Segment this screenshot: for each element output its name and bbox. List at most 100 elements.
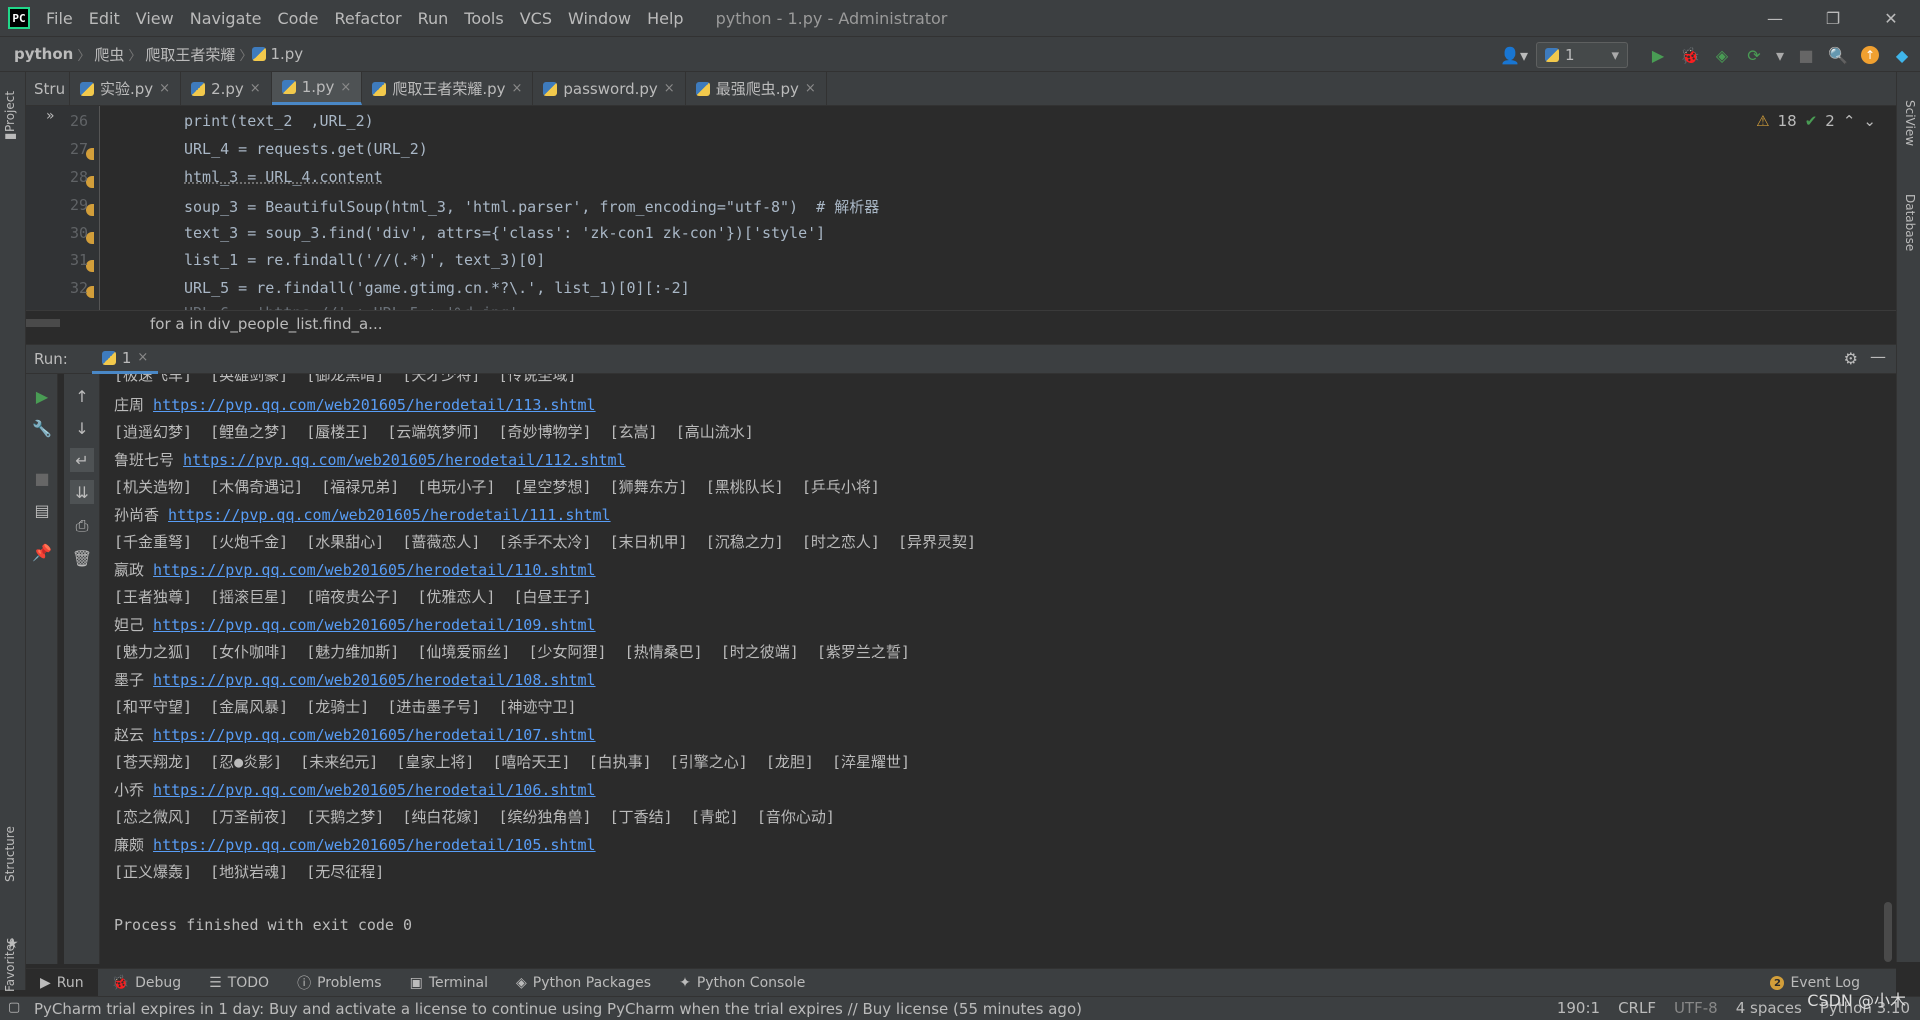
tab-honor-spider[interactable]: 爬取王者荣耀.py ×: [362, 72, 534, 105]
menu-tools[interactable]: Tools: [456, 9, 511, 28]
hero-url-link[interactable]: https://pvp.qq.com/web201605/herodetail/…: [153, 671, 596, 689]
run-with-coverage-icon[interactable]: ◈: [1708, 41, 1736, 69]
chevron-down-icon[interactable]: ⌄: [1863, 112, 1876, 130]
tool-window-sciview[interactable]: SciView: [1903, 100, 1917, 146]
close-tab-icon[interactable]: ×: [664, 81, 675, 96]
soft-wrap-icon[interactable]: ↵: [70, 448, 94, 472]
updates-icon[interactable]: ↑: [1856, 41, 1884, 69]
menu-navigate[interactable]: Navigate: [182, 9, 270, 28]
tool-tab-problems[interactable]: ⓘ Problems: [283, 969, 396, 997]
tab-shiyan[interactable]: 实验.py ×: [70, 72, 182, 105]
close-tab-icon[interactable]: ×: [512, 81, 523, 96]
close-tab-icon[interactable]: ×: [137, 350, 148, 365]
tool-window-project[interactable]: Project: [3, 91, 17, 132]
tab-2py[interactable]: 2.py ×: [181, 72, 272, 105]
tool-tab-python-packages[interactable]: ◈ Python Packages: [502, 969, 665, 997]
code-line[interactable]: list_1 = re.findall('//(.*)', text_3)[0]: [184, 251, 545, 269]
code-line[interactable]: html_3 = URL_4.content: [184, 168, 383, 186]
minimize-icon[interactable]: —: [1746, 0, 1804, 36]
search-icon[interactable]: 🔍: [1824, 41, 1852, 69]
chevron-up-icon[interactable]: ⌃: [1843, 112, 1856, 130]
file-encoding[interactable]: UTF-8: [1674, 999, 1718, 1017]
gear-icon[interactable]: ⚙: [1844, 349, 1858, 368]
close-window-icon[interactable]: ✕: [1862, 0, 1920, 36]
hero-url-link[interactable]: https://pvp.qq.com/web201605/herodetail/…: [153, 781, 596, 799]
menu-vcs[interactable]: VCS: [512, 9, 560, 28]
arrow-up-icon[interactable]: ↑: [70, 384, 94, 408]
hero-url-link[interactable]: https://pvp.qq.com/web201605/herodetail/…: [153, 396, 596, 414]
hero-url-link[interactable]: https://pvp.qq.com/web201605/herodetail/…: [153, 616, 596, 634]
toggle-tool-windows-icon[interactable]: ▢: [8, 1000, 20, 1015]
caret-position[interactable]: 190:1: [1557, 999, 1600, 1017]
tool-tab-run[interactable]: ▶ Run: [26, 968, 98, 997]
menu-window[interactable]: Window: [560, 9, 639, 28]
close-tab-icon[interactable]: ×: [805, 81, 816, 96]
tab-1py[interactable]: 1.py ×: [271, 72, 363, 105]
code-breadcrumb[interactable]: for a in div_people_list.find_a...: [150, 315, 382, 333]
scroll-to-end-icon[interactable]: ⇊: [70, 480, 94, 504]
breadcrumb-file[interactable]: 1.py: [266, 45, 307, 63]
breadcrumb-project[interactable]: python: [0, 45, 77, 63]
print-icon[interactable]: ⎙: [70, 514, 94, 538]
stop-icon[interactable]: ■: [30, 466, 54, 490]
pin-icon[interactable]: 📌: [30, 540, 54, 564]
run-tab-1[interactable]: 1 ×: [91, 344, 159, 374]
close-tab-icon[interactable]: ×: [250, 81, 261, 96]
collapse-panel-icon[interactable]: »: [46, 108, 55, 124]
hero-url-link[interactable]: https://pvp.qq.com/web201605/herodetail/…: [183, 451, 626, 469]
hero-url-link[interactable]: https://pvp.qq.com/web201605/herodetail/…: [168, 506, 611, 524]
stop-icon[interactable]: ■: [1792, 41, 1820, 69]
run-configuration-select[interactable]: 1 ▾: [1536, 42, 1628, 68]
menu-view[interactable]: View: [128, 9, 182, 28]
breadcrumb-folder-honor[interactable]: 爬取王者荣耀: [141, 44, 239, 65]
jetbrains-toolbox-icon[interactable]: ◆: [1888, 41, 1916, 69]
hide-panel-icon[interactable]: —: [1870, 347, 1886, 366]
profile-icon[interactable]: ⟳: [1740, 41, 1768, 69]
menu-help[interactable]: Help: [639, 9, 691, 28]
tool-tab-todo[interactable]: ☰ TODO: [195, 969, 283, 997]
structure-tab-stub[interactable]: Stru: [26, 72, 70, 105]
trash-icon[interactable]: 🗑: [70, 546, 94, 570]
arrow-down-icon[interactable]: ↓: [70, 416, 94, 440]
indent-setting[interactable]: 4 spaces: [1736, 999, 1802, 1017]
code-line[interactable]: print(text_2 ,URL_2): [184, 112, 374, 130]
layout-icon[interactable]: ▤: [30, 498, 54, 522]
tab-password[interactable]: password.py ×: [533, 72, 686, 105]
run-icon[interactable]: ▶: [1644, 41, 1672, 69]
code-line[interactable]: URL_4 = requests.get(URL_2): [184, 140, 428, 158]
code-editor[interactable]: » 26 27 28 29 30 31 32 print(text_2 ,URL…: [26, 106, 1896, 310]
tool-window-database[interactable]: Database: [1903, 194, 1917, 251]
hero-url-link[interactable]: https://pvp.qq.com/web201605/herodetail/…: [153, 726, 596, 744]
more-run-options-icon[interactable]: ▾: [1772, 41, 1788, 69]
console-output[interactable]: [极速飞车] [英雄剑豪] [御龙黑暗] [天才少将] [传说圣域] 庄周 ht…: [100, 374, 1896, 964]
horizontal-scrollbar[interactable]: [26, 319, 60, 327]
console-scrollbar[interactable]: [1884, 902, 1892, 962]
hero-url-link[interactable]: https://pvp.qq.com/web201605/herodetail/…: [153, 561, 596, 579]
tab-strongest-spider[interactable]: 最强爬虫.py ×: [686, 72, 827, 105]
bottom-tool-tabs: ▶ Run 🐞 Debug ☰ TODO ⓘ Problems ▣ Termin…: [26, 968, 1896, 997]
menu-refactor[interactable]: Refactor: [326, 9, 409, 28]
tool-tab-python-console[interactable]: ✦ Python Console: [665, 969, 819, 997]
code-line[interactable]: soup_3 = BeautifulSoup(html_3, 'html.par…: [184, 196, 879, 217]
code-line[interactable]: text_3 = soup_3.find('div', attrs={'clas…: [184, 224, 825, 242]
tool-tab-debug[interactable]: 🐞 Debug: [98, 969, 195, 997]
breadcrumb-folder-spider[interactable]: 爬虫: [90, 44, 128, 65]
debug-icon[interactable]: 🐞: [1676, 41, 1704, 69]
menu-edit[interactable]: Edit: [81, 9, 128, 28]
inspection-summary[interactable]: ⚠ 18 ✔ 2 ⌃ ⌄: [1756, 112, 1876, 130]
tool-tab-terminal[interactable]: ▣ Terminal: [396, 969, 502, 997]
line-separator[interactable]: CRLF: [1618, 999, 1656, 1017]
menu-code[interactable]: Code: [270, 9, 327, 28]
code-line[interactable]: URL_5 = re.findall('game.gtimg.cn.*?\.',…: [184, 279, 690, 297]
menu-run[interactable]: Run: [410, 9, 457, 28]
user-account-icon[interactable]: 👤▾: [1494, 41, 1534, 69]
menu-file[interactable]: File: [38, 9, 81, 28]
close-tab-icon[interactable]: ×: [159, 81, 170, 96]
restore-icon[interactable]: ❐: [1804, 0, 1862, 36]
status-message[interactable]: PyCharm trial expires in 1 day: Buy and …: [0, 1000, 1082, 1018]
wrench-icon[interactable]: 🔧: [30, 416, 54, 440]
rerun-icon[interactable]: ▶: [30, 384, 54, 408]
tool-window-structure[interactable]: Structure: [3, 826, 17, 882]
close-tab-icon[interactable]: ×: [340, 80, 351, 95]
hero-url-link[interactable]: https://pvp.qq.com/web201605/herodetail/…: [153, 836, 596, 854]
